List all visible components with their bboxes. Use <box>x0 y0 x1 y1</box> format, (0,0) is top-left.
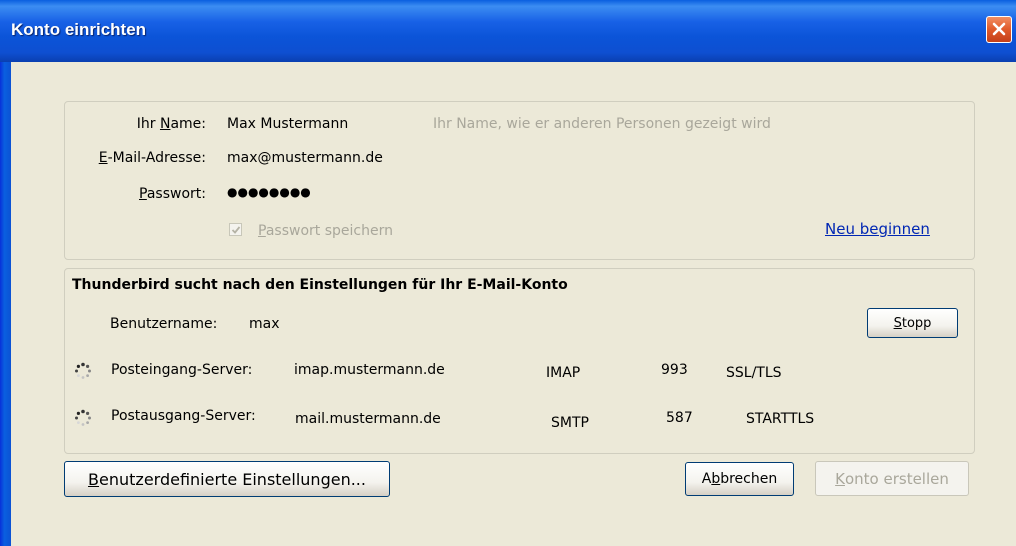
password-field[interactable]: ●●●●●●●● <box>227 185 311 199</box>
incoming-port[interactable]: 993 <box>661 362 688 378</box>
spinner-icon <box>75 409 91 426</box>
window-frame-left <box>0 62 11 546</box>
name-hint: Ihr Name, wie er anderen Personen gezeig… <box>433 116 771 132</box>
settings-heading: Thunderbird sucht nach den Einstellungen… <box>72 277 568 293</box>
title-bar: Konto einrichten <box>0 0 1016 62</box>
outgoing-protocol[interactable]: SMTP <box>551 415 589 431</box>
stop-button[interactable]: Stopp <box>867 308 958 338</box>
create-account-button[interactable]: Konto erstellen <box>815 461 969 496</box>
email-field[interactable]: max@mustermann.de <box>227 150 383 166</box>
close-button[interactable] <box>986 16 1012 43</box>
outgoing-security[interactable]: STARTTLS <box>746 411 814 427</box>
checkmark-icon <box>231 226 241 234</box>
name-label: Ihr Name: <box>136 116 206 132</box>
password-label: Passwort: <box>139 186 206 202</box>
window-title: Konto einrichten <box>11 20 147 39</box>
save-password-checkbox[interactable] <box>229 223 242 236</box>
incoming-protocol[interactable]: IMAP <box>546 365 580 381</box>
name-field[interactable]: Max Mustermann <box>227 116 348 132</box>
outgoing-server-label: Postausgang-Server: <box>111 408 256 424</box>
server-settings-panel <box>64 268 975 454</box>
incoming-server-label: Posteingang-Server: <box>111 362 253 378</box>
incoming-server-host[interactable]: imap.mustermann.de <box>294 362 445 378</box>
restart-link[interactable]: Neu beginnen <box>825 220 930 238</box>
incoming-security[interactable]: SSL/TLS <box>726 365 782 381</box>
cancel-button[interactable]: Ab brechen <box>685 462 794 496</box>
outgoing-server-host[interactable]: mail.mustermann.de <box>295 411 441 427</box>
spinner-icon <box>75 362 91 379</box>
username-label: Benutzername: <box>110 316 218 332</box>
outgoing-port[interactable]: 587 <box>666 410 693 426</box>
username-value[interactable]: max <box>249 316 280 332</box>
close-icon <box>992 22 1006 36</box>
save-password-label: Passwort speichern <box>258 223 393 239</box>
custom-settings-button[interactable]: Benutzerdefinierte Einstellungen... <box>64 461 390 497</box>
email-label: E-Mail-Adresse: <box>98 150 206 166</box>
